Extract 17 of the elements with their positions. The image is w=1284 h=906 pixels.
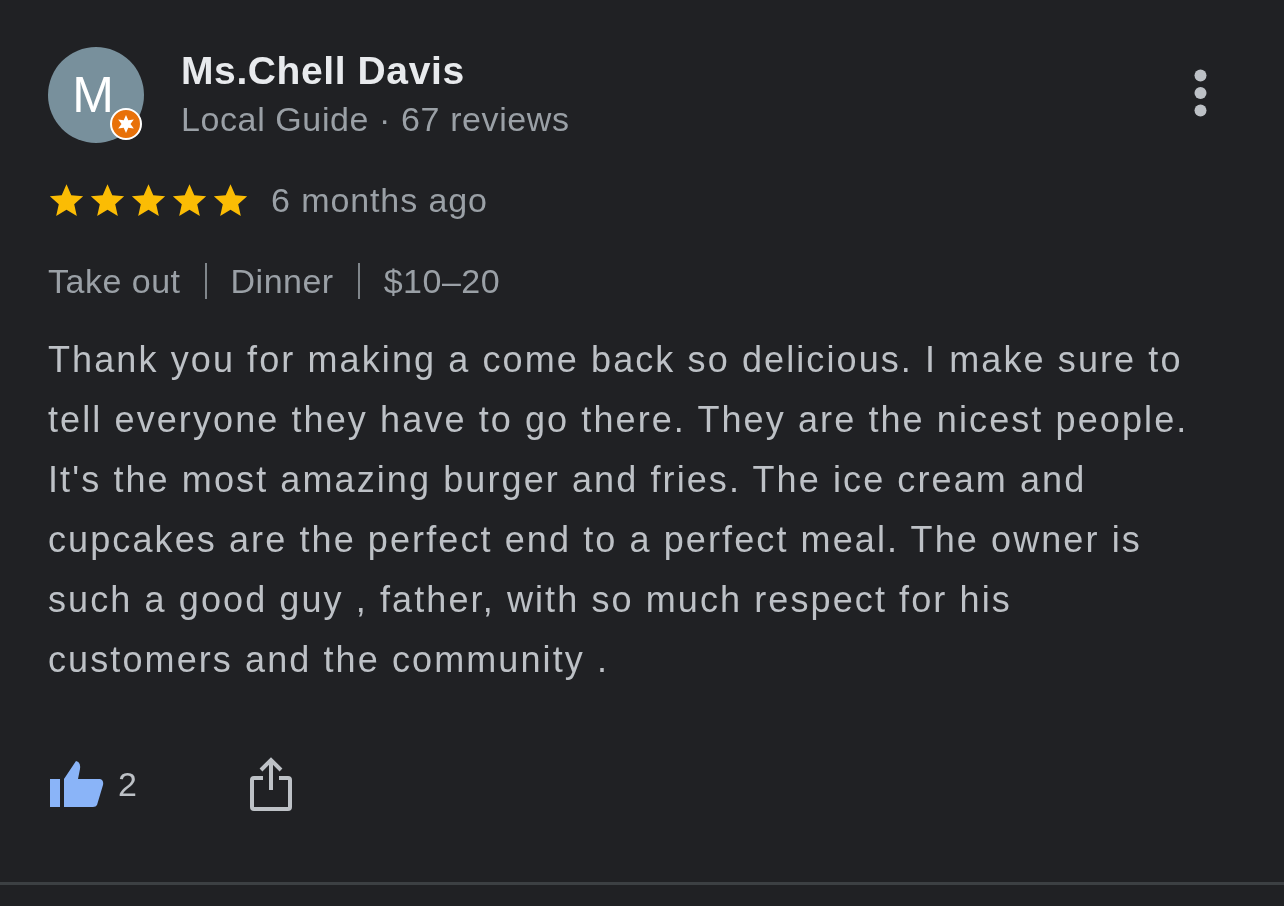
reviewer-name[interactable]: Ms.Chell Davis: [181, 50, 570, 92]
filled-star-icon: [130, 181, 167, 219]
like-button[interactable]: 2: [48, 759, 137, 809]
review-text: Thank you for making a come back so delicious. I make sure to tell everyone they have to go there. They are the nicest people. It's the most amazing burger and fries. The ice cream and cupcakes are the perfect end to a perfect meal. The owner is such a good guy , father, with so much respect for his customers and the community .: [48, 338, 1190, 682]
avatar-initial: M: [72, 70, 115, 120]
share-button[interactable]: [248, 756, 293, 812]
review-tag: Dinner: [230, 261, 334, 301]
filled-star-icon: [212, 181, 249, 219]
reviewer-info: Local Guide · 67 reviews: [181, 99, 570, 139]
filled-star-icon: [89, 181, 126, 219]
share-icon: [248, 756, 293, 812]
review-time: 6 months ago: [271, 180, 488, 220]
filled-star-icon: [171, 181, 208, 219]
review-tag: Take out: [48, 261, 181, 301]
review-tag: $10–20: [383, 261, 501, 301]
more-options-icon: [1193, 69, 1207, 117]
filled-star-icon: [48, 181, 85, 219]
